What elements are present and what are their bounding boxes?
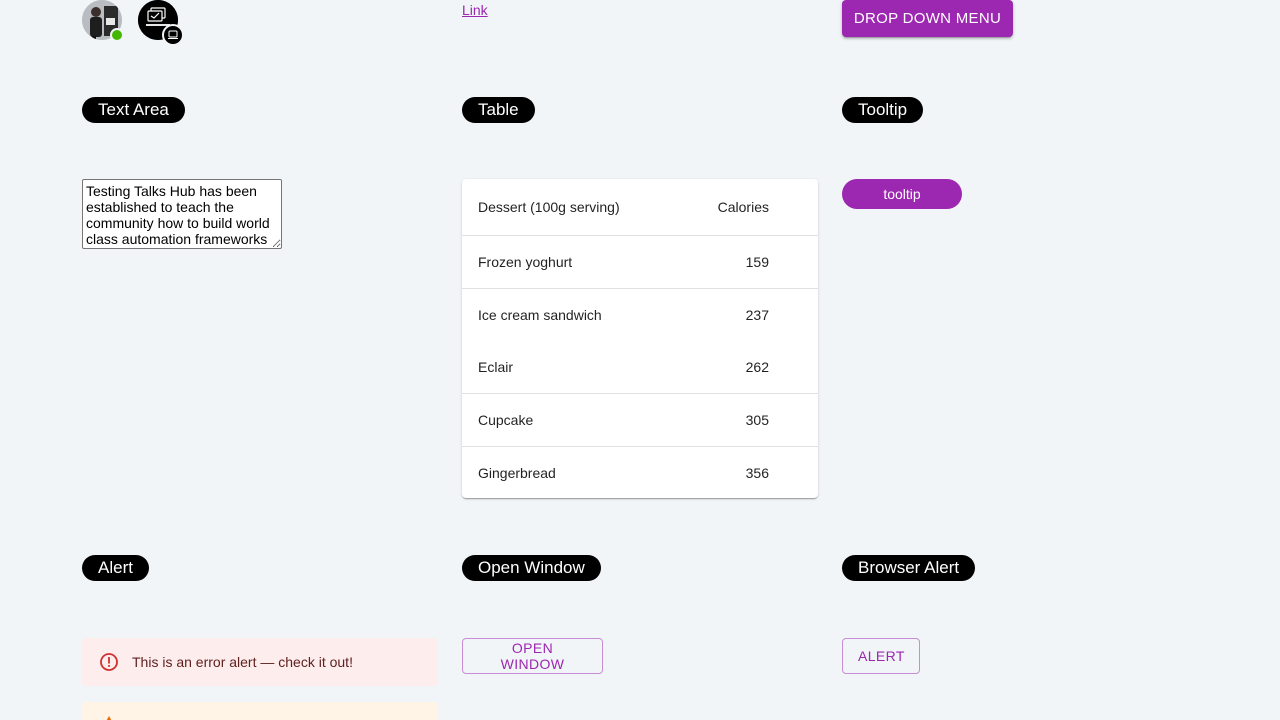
section-label-text-area: Text Area — [82, 97, 185, 123]
section-label-tooltip: Tooltip — [842, 97, 924, 123]
section-label-table: Table — [462, 97, 535, 123]
dessert-cell: Ice cream sandwich — [478, 307, 602, 323]
dessert-cell: Cupcake — [462, 393, 676, 447]
calories-cell: 305 — [675, 393, 818, 447]
page: Link DROP DOWN MENU Text Area Table Tool… — [0, 0, 1280, 720]
dessert-cell: Frozen yoghurt — [462, 235, 676, 289]
calories-cell: 356 — [745, 465, 769, 481]
open-window-button[interactable]: OPEN WINDOW — [462, 638, 603, 674]
column-header-dessert: Dessert (100g serving) — [462, 179, 676, 236]
dessert-cell: Eclair — [462, 341, 676, 394]
table-header-row: Dessert (100g serving) Calories — [462, 179, 818, 236]
table-row: Eclair 262 — [462, 341, 818, 394]
error-outline-icon — [98, 651, 120, 673]
section-label-alert: Alert — [82, 555, 149, 581]
browser-alert-button[interactable]: ALERT — [842, 638, 920, 674]
table-row: Cupcake 305 — [462, 393, 818, 447]
error-alert-message: This is an error alert — check it out! — [132, 654, 353, 670]
text-area-input[interactable]: Testing Talks Hub has been established t… — [82, 179, 282, 249]
table: Dessert (100g serving) Calories Frozen y… — [462, 179, 818, 498]
calories-cell: 159 — [675, 235, 818, 289]
table-row: Ice cream sandwich 237 — [462, 289, 818, 342]
dessert-cell: Gingerbread — [478, 465, 556, 481]
warning-icon — [98, 714, 120, 720]
section-label-open-window: Open Window — [462, 555, 601, 581]
calories-cell: 262 — [675, 341, 818, 394]
table-row: Gingerbread 356 — [462, 447, 818, 499]
table-row: Frozen yoghurt 159 — [462, 235, 818, 289]
calories-cell: 237 — [745, 307, 769, 323]
warning-alert — [82, 702, 438, 720]
desserts-table: Dessert (100g serving) Calories Frozen y… — [462, 179, 818, 498]
section-label-browser-alert: Browser Alert — [842, 555, 976, 581]
tooltip-button[interactable]: tooltip — [842, 179, 962, 209]
mini-logo-icon — [168, 30, 178, 39]
error-alert: This is an error alert — check it out! — [82, 638, 438, 686]
drop-down-menu-button[interactable]: DROP DOWN MENU — [842, 0, 1013, 37]
column-header-calories: Calories — [675, 179, 818, 236]
mini-logo-badge — [162, 24, 184, 46]
link[interactable]: Link — [462, 2, 488, 18]
online-status-icon — [110, 28, 124, 42]
